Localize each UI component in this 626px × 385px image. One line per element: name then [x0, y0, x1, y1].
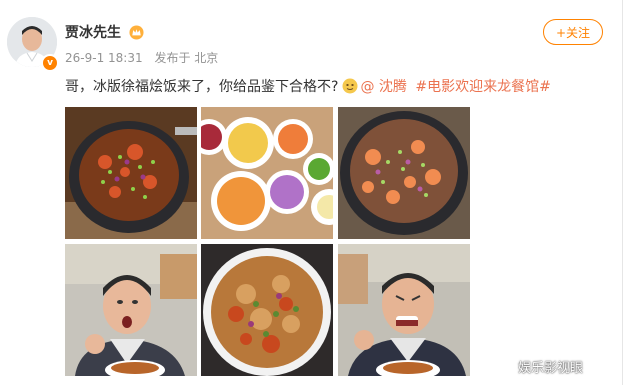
follow-button[interactable]: +关注 [543, 19, 603, 45]
crown-icon [129, 25, 144, 40]
post-time[interactable]: 26-9-1 18:31 [65, 51, 143, 65]
mention-link[interactable]: @ 沈腾 [360, 79, 406, 95]
post-image-6[interactable] [338, 244, 470, 376]
watermark: 娱乐影视眼 [518, 357, 583, 376]
watermark-text: 娱乐影视眼 [518, 361, 584, 376]
post-source: 发布于 北京 [154, 51, 219, 65]
post-image-2[interactable] [201, 107, 333, 239]
follow-label: +关注 [555, 25, 591, 40]
post-body: 哥，冰版徐福烩饭来了，你给品鉴下合格不? [65, 79, 339, 95]
post-image-4[interactable] [65, 244, 197, 376]
divider [622, 0, 623, 385]
post-image-3[interactable] [338, 107, 470, 239]
doge-emoji-icon [342, 78, 358, 94]
post-meta: 26-9-1 18:31 发布于 北京 [65, 49, 226, 66]
topic-link[interactable]: #电影欢迎来龙餐馆# [415, 79, 550, 95]
post-text: 哥，冰版徐福烩饭来了，你给品鉴下合格不? @ 沈腾 #电影欢迎来龙餐馆# [65, 76, 551, 96]
author-name[interactable]: 贾冰先生 [65, 22, 121, 42]
verified-badge-icon: v [41, 54, 59, 72]
post-image-1[interactable] [65, 107, 197, 239]
post-image-5[interactable] [201, 244, 333, 376]
